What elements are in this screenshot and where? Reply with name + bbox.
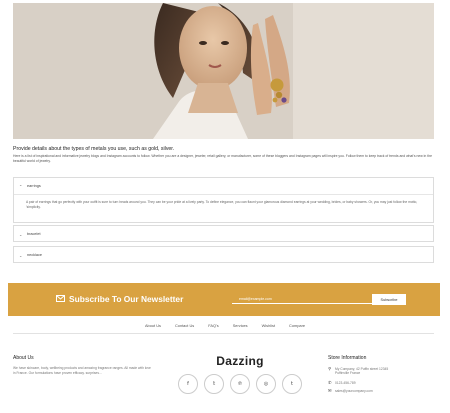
footer-link-wishlist[interactable]: Wishlist [262,321,275,331]
footer-divider [13,333,434,334]
store-address-row: ⚲ My Company, 42 Puffin street 12345 Puf… [328,366,397,376]
footer-link-compare[interactable]: Compare [289,321,305,331]
hero-photo-illustration [13,3,434,139]
footer-link-contact-us[interactable]: Contact Us [175,321,194,331]
newsletter-title-text: Subscribe To Our Newsletter [69,294,184,304]
intro-heading: Provide details about the types of metal… [13,146,175,152]
accordion-label: bracelet [27,232,41,236]
hero-image [13,3,434,139]
chevron-down-icon: ⌄ [19,231,23,237]
accordion-header-necklace[interactable]: ⌄ necklace [14,247,433,263]
tumblr-icon[interactable]: t [282,374,302,394]
accordion-header-earrings[interactable]: ⌃ earrings [14,178,433,194]
mail-icon [56,294,65,304]
brand-logo[interactable]: Dazzing [200,354,280,368]
accordion-item-necklace: ⌄ necklace [13,246,434,263]
newsletter-email-input[interactable] [232,295,372,304]
store-address: My Company, 42 Puffin street 12345 Puffi… [335,367,389,376]
accordion-header-bracelet[interactable]: ⌄ bracelet [14,226,433,242]
accordion-item-bracelet: ⌄ bracelet [13,225,434,242]
location-pin-icon: ⚲ [328,366,332,371]
accordion-label: earrings [27,184,41,188]
footer-link-services[interactable]: Services [233,321,248,331]
subscribe-button[interactable]: Subscribe [372,294,406,305]
phone-icon: ✆ [328,380,332,385]
store-phone-row: ✆ 0123-456-789 [328,380,397,385]
store-info-title: Store Information [328,355,367,361]
mail-icon: ✉ [328,388,332,393]
pinterest-icon[interactable]: ℗ [230,374,250,394]
instagram-icon[interactable]: ◎ [256,374,276,394]
footer-link-about-us[interactable]: About Us [145,321,161,331]
accordion-item-earrings: ⌃ earrings A pair of earrings that go pe… [13,177,434,223]
store-phone[interactable]: 0123-456-789 [335,381,397,385]
social-links: f 𝕥 ℗ ◎ t [178,374,308,394]
accordion-label: necklace [27,253,42,257]
about-title: About Us [13,355,34,361]
chevron-up-icon: ⌃ [19,183,23,189]
store-email[interactable]: sales@yourcompany.com [335,389,397,393]
accordion-body-earrings: A pair of earrings that go perfectly wit… [26,200,418,210]
chevron-down-icon: ⌄ [19,252,23,258]
about-text: We have skincare, body, wellbeing produc… [13,366,151,375]
twitter-icon[interactable]: 𝕥 [204,374,224,394]
store-email-row: ✉ sales@yourcompany.com [328,388,397,393]
accordion-divider [14,194,433,195]
facebook-icon[interactable]: f [178,374,198,394]
newsletter-band: Subscribe To Our Newsletter Subscribe [8,283,440,316]
footer-link-faqs[interactable]: FAQ's [208,321,218,331]
intro-text: Here is a list of inspirational and info… [13,154,432,164]
footer-nav: About Us Contact Us FAQ's Services Wishl… [0,321,450,331]
newsletter-title: Subscribe To Our Newsletter [56,294,183,304]
